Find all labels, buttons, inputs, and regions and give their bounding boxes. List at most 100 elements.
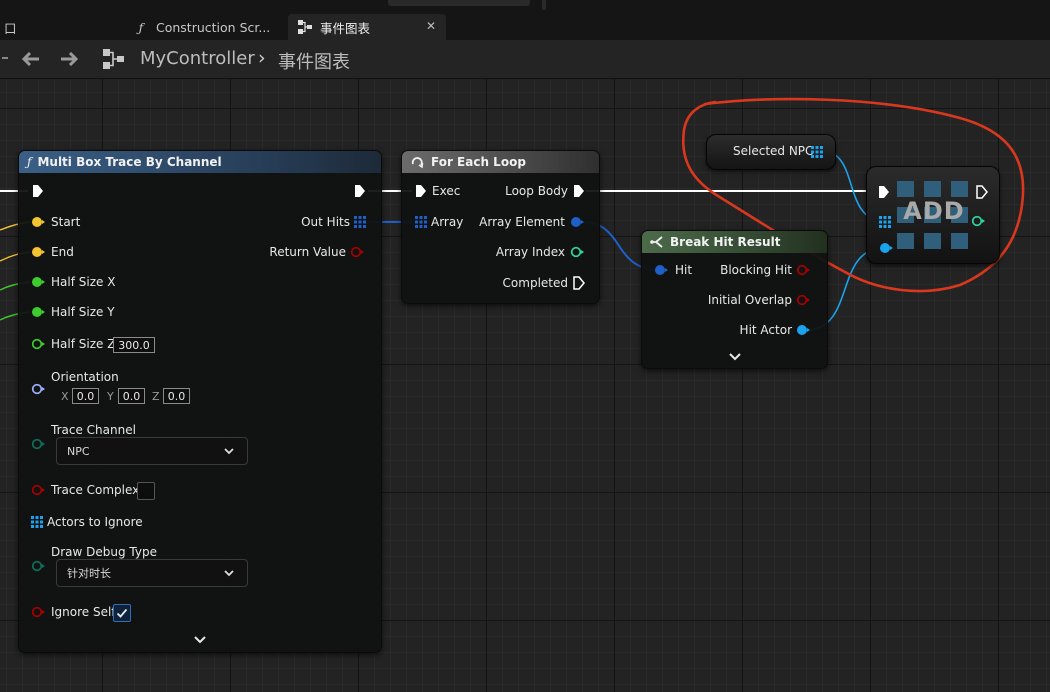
pin-label-half-size-y: Half Size Y xyxy=(51,305,115,319)
pin-label-trace-complex: Trace Complex xyxy=(51,483,140,497)
loop-icon xyxy=(410,155,425,169)
pin-label-array-element: Array Element xyxy=(479,215,565,229)
draw-debug-type-dropdown[interactable]: 针对时长 xyxy=(56,559,248,587)
float-pin[interactable] xyxy=(31,276,45,290)
bool-pin[interactable] xyxy=(796,264,812,277)
half-size-z-input[interactable]: 300.0 xyxy=(113,337,155,353)
bool-pin[interactable] xyxy=(350,246,366,259)
array-pin[interactable] xyxy=(811,146,824,159)
dropdown-value: NPC xyxy=(67,444,90,458)
toolbar-edge xyxy=(2,57,8,59)
pin-label-end: End xyxy=(51,245,74,259)
pin-label-orientation: Orientation xyxy=(51,370,119,384)
node-header[interactable]: Break Hit Result xyxy=(642,231,827,253)
bool-pin[interactable] xyxy=(31,606,47,620)
variable-label: Selected NPC xyxy=(733,144,814,158)
top-bar-divider xyxy=(542,0,546,10)
function-icon: ƒ xyxy=(27,155,32,169)
byte-pin[interactable] xyxy=(31,560,47,574)
pin-label-array-index: Array Index xyxy=(495,245,565,259)
orientation-x-input[interactable]: 0.0 xyxy=(72,388,99,404)
orientation-y-input[interactable]: 0.0 xyxy=(118,388,145,404)
pin-label-draw-debug-type: Draw Debug Type xyxy=(51,545,157,559)
struct-pin[interactable] xyxy=(654,264,670,277)
vector-pin[interactable] xyxy=(31,216,45,230)
orientation-z-label: Z xyxy=(152,390,160,403)
node-title: For Each Loop xyxy=(431,155,526,169)
vector-pin[interactable] xyxy=(31,246,45,260)
tab-event-graph[interactable]: 事件图表 ✕ xyxy=(288,14,446,40)
bool-pin[interactable] xyxy=(31,484,47,498)
node-title: ADD xyxy=(903,197,965,225)
pin-label-exec: Exec xyxy=(432,184,461,198)
pin-label-actors-to-ignore: Actors to Ignore xyxy=(47,515,143,529)
orientation-x-label: X xyxy=(61,390,69,403)
byte-pin[interactable] xyxy=(31,438,47,452)
object-pin[interactable] xyxy=(879,242,895,255)
dropdown-value: 针对时长 xyxy=(67,567,111,580)
pin-label-initial-overlap: Initial Overlap xyxy=(707,293,792,307)
arrow-right-icon xyxy=(61,52,78,66)
pin-label-trace-channel: Trace Channel xyxy=(51,423,136,437)
forward-button[interactable] xyxy=(56,46,82,72)
float-pin[interactable] xyxy=(31,306,45,320)
rotator-pin[interactable] xyxy=(31,383,47,397)
break-struct-icon xyxy=(650,235,664,249)
pin-label-ignore-self: Ignore Self xyxy=(51,605,116,619)
tab-construction-script[interactable]: ƒ Construction Scr... xyxy=(124,14,282,40)
exec-out-pin[interactable] xyxy=(572,276,586,290)
breadcrumb-root[interactable]: MyController xyxy=(140,48,255,69)
int-pin[interactable] xyxy=(971,215,987,228)
exec-out-pin[interactable] xyxy=(572,184,586,198)
tab-strip: 口 ƒ Construction Scr... 事件图表 ✕ xyxy=(0,0,1050,40)
exec-in-pin[interactable] xyxy=(414,184,428,198)
bool-pin[interactable] xyxy=(796,294,812,307)
node-title: Break Hit Result xyxy=(670,235,781,249)
node-header[interactable]: For Each Loop xyxy=(402,151,599,173)
back-button[interactable] xyxy=(18,46,44,72)
array-pin[interactable] xyxy=(415,216,428,229)
tab-label: 事件图表 xyxy=(320,20,371,36)
pin-label-hit: Hit xyxy=(675,263,693,277)
event-graph-icon xyxy=(296,20,314,34)
pin-label-blocking-hit: Blocking Hit xyxy=(720,263,792,277)
exec-out-pin[interactable] xyxy=(353,184,367,198)
expand-advanced-pins-icon[interactable] xyxy=(728,351,742,363)
exec-in-pin[interactable] xyxy=(31,184,45,198)
pin-label-half-size-x: Half Size X xyxy=(51,275,116,289)
array-pin[interactable] xyxy=(354,216,367,229)
tab-label: Construction Scr... xyxy=(156,19,271,35)
chevron-down-icon xyxy=(224,448,234,455)
node-selected-npc-variable[interactable]: Selected NPC xyxy=(706,134,836,170)
checkmark-icon xyxy=(116,608,128,618)
pin-label-start: Start xyxy=(51,215,81,229)
float-pin[interactable] xyxy=(31,338,47,352)
object-pin[interactable] xyxy=(796,324,812,337)
trace-complex-checkbox[interactable] xyxy=(137,482,155,500)
pin-label-array: Array xyxy=(431,215,464,229)
struct-pin[interactable] xyxy=(570,216,586,229)
node-header[interactable]: ƒ Multi Box Trace By Channel xyxy=(19,151,381,173)
exec-in-pin[interactable] xyxy=(877,185,891,199)
exec-out-pin[interactable] xyxy=(975,185,989,199)
blueprint-graph-icon xyxy=(103,49,125,73)
breadcrumb-separator: › xyxy=(258,47,266,69)
orientation-z-input[interactable]: 0.0 xyxy=(163,388,190,404)
tab-label: 口 xyxy=(4,20,17,36)
node-array-add[interactable]: ADD xyxy=(866,166,1000,264)
int-pin[interactable] xyxy=(570,246,586,259)
breadcrumb-current[interactable]: 事件图表 xyxy=(278,48,350,74)
trace-channel-dropdown[interactable]: NPC xyxy=(56,437,248,465)
tab-viewport[interactable]: 口 xyxy=(0,14,56,40)
ignore-self-checkbox[interactable] xyxy=(113,604,131,622)
pin-label-half-size-z: Half Size Z xyxy=(51,337,116,351)
array-target-pin[interactable] xyxy=(879,216,892,229)
graph-toolbar: MyController › 事件图表 xyxy=(0,40,1050,79)
pin-label-completed: Completed xyxy=(502,276,568,290)
orientation-y-label: Y xyxy=(107,390,114,403)
arrow-left-icon xyxy=(22,52,39,66)
expand-advanced-pins-icon[interactable] xyxy=(193,634,207,646)
array-pin[interactable] xyxy=(31,516,44,529)
close-icon[interactable]: ✕ xyxy=(426,19,436,33)
pin-label-return-value: Return Value xyxy=(269,245,346,259)
